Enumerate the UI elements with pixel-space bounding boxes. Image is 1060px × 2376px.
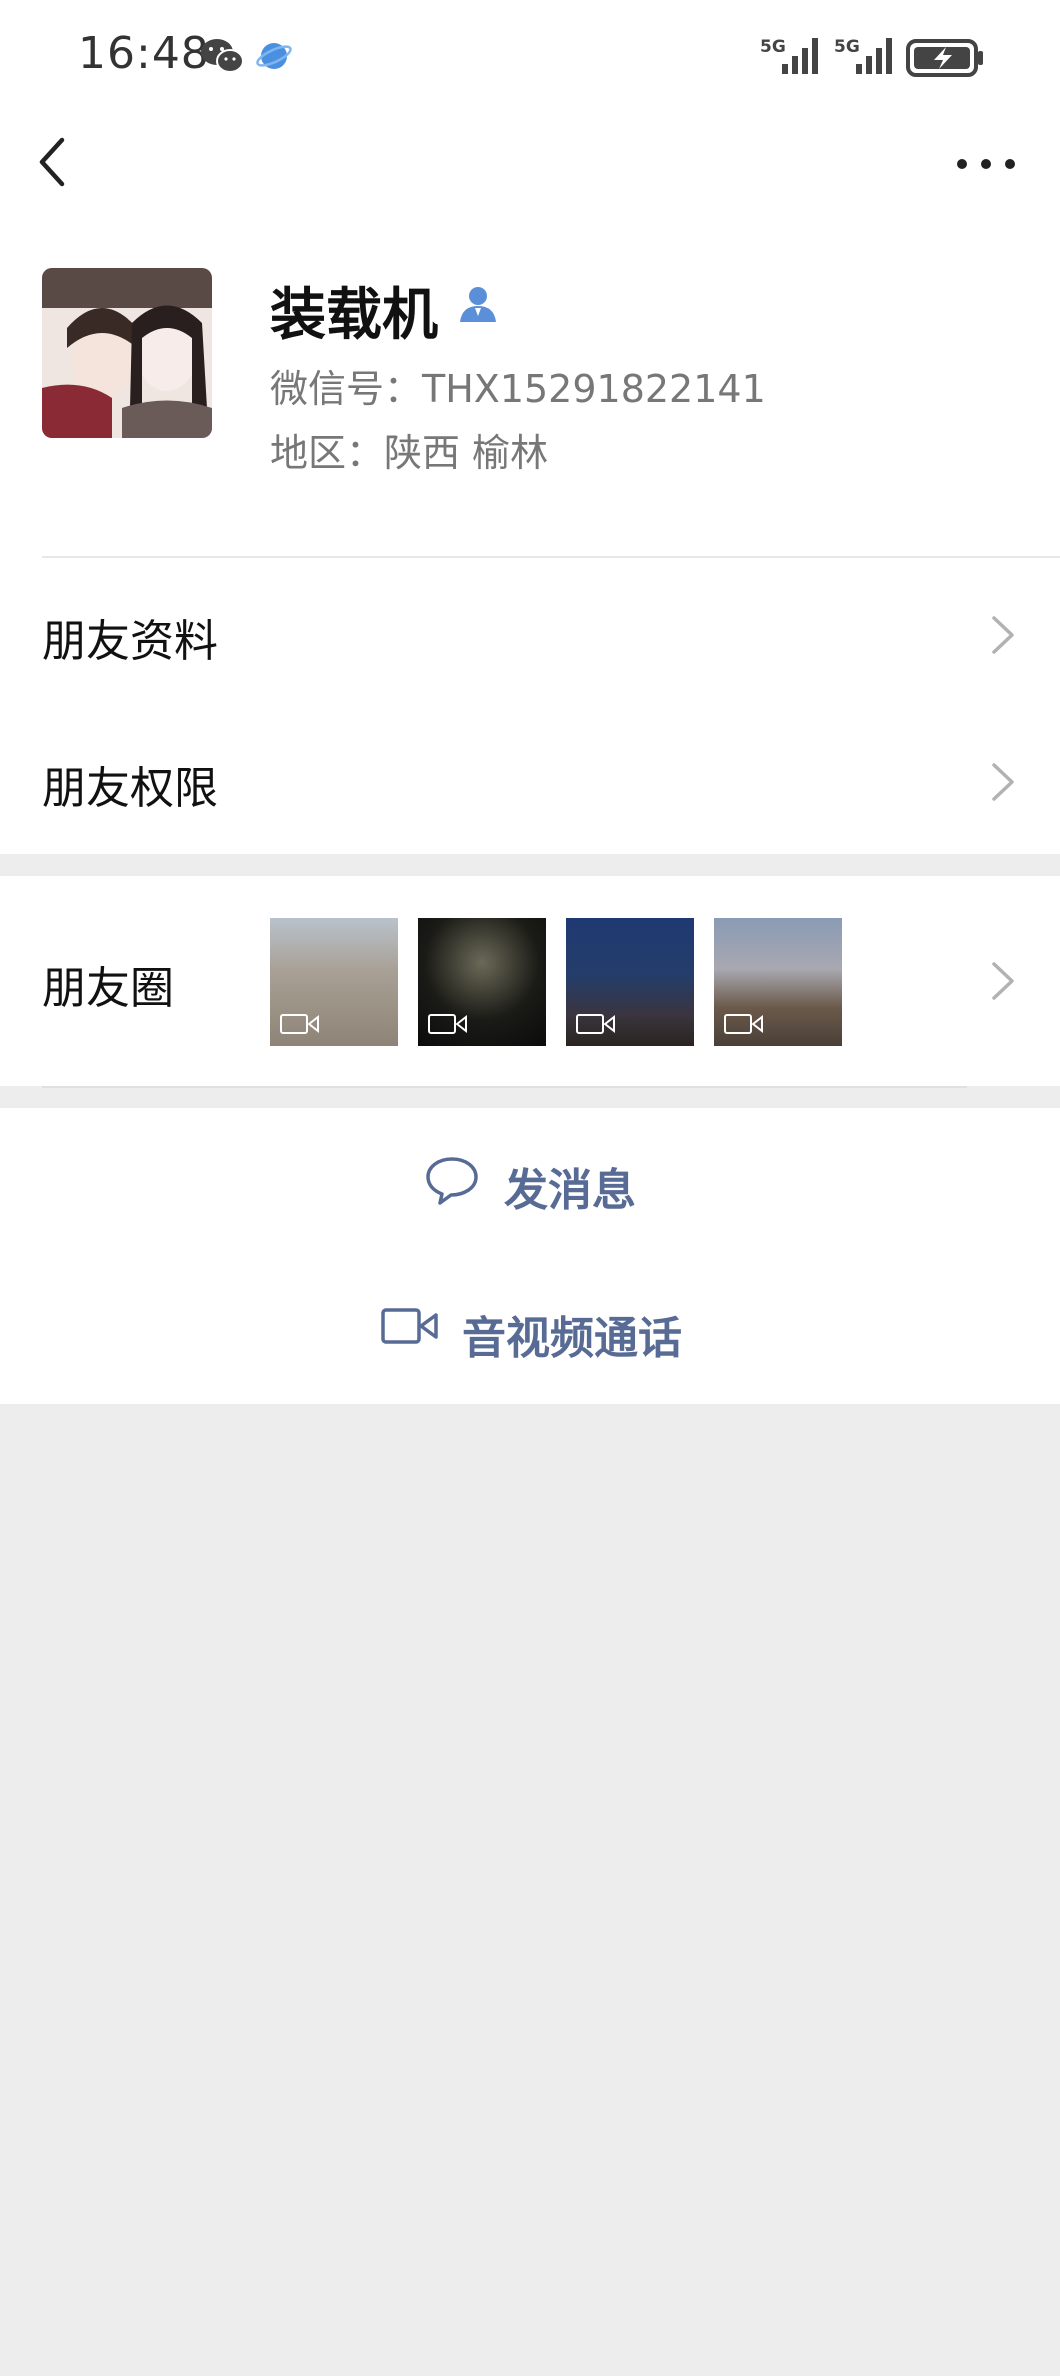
video-icon xyxy=(428,1014,467,1034)
chevron-right-icon xyxy=(992,763,1014,801)
moments-label: 朋友圈 xyxy=(42,963,174,1014)
av-call-label: 音视频通话 xyxy=(462,1313,682,1364)
battery-charging-icon xyxy=(906,39,983,77)
moment-thumbnail[interactable] xyxy=(714,918,842,1046)
divider xyxy=(42,556,1060,558)
svg-text:5G: 5G xyxy=(834,37,860,57)
moment-thumbnail[interactable] xyxy=(418,918,546,1046)
chevron-left-icon[interactable] xyxy=(28,132,78,192)
menu-item-friend-info[interactable]: 朋友资料 xyxy=(0,560,1060,707)
signal-5g-icon: 5G xyxy=(834,37,892,74)
wechat-icon xyxy=(201,39,244,73)
contact-name: 装载机 xyxy=(270,283,438,348)
signal-5g-icon: 5G xyxy=(760,37,818,74)
video-icon xyxy=(280,1014,319,1034)
send-message-button[interactable]: 发消息 xyxy=(0,1108,1060,1256)
video-call-icon xyxy=(381,1308,438,1344)
svg-text:5G: 5G xyxy=(760,37,786,57)
chat-bubble-icon xyxy=(426,1157,478,1205)
wechat-id: 微信号：THX15291822141 xyxy=(270,367,766,411)
contact-profile-page: 16:48 5G 5G 装载机 微信号：THX15291822141 地区：陕西… xyxy=(0,0,1060,2376)
moments-row[interactable]: 朋友圈 xyxy=(0,876,1060,1088)
avatar[interactable] xyxy=(42,268,212,438)
moment-thumbnail[interactable] xyxy=(566,918,694,1046)
contact-actions: 发消息 音视频通话 xyxy=(0,1108,1060,1404)
video-icon xyxy=(576,1014,615,1034)
av-call-button[interactable]: 音视频通话 xyxy=(0,1256,1060,1404)
menu-item-label: 朋友资料 xyxy=(42,616,218,667)
profile-header: 装载机 微信号：THX15291822141 地区：陕西 榆林 xyxy=(0,220,1060,560)
chevron-right-icon xyxy=(992,962,1014,1000)
status-time: 16:48 xyxy=(78,28,210,79)
chevron-right-icon xyxy=(992,616,1014,654)
moment-thumbnail[interactable] xyxy=(270,918,398,1046)
profile-menu: 朋友资料 朋友权限 xyxy=(0,560,1060,854)
more-dots-icon[interactable] xyxy=(950,146,1022,182)
video-icon xyxy=(724,1014,763,1034)
menu-item-label: 朋友权限 xyxy=(42,763,218,814)
person-icon xyxy=(460,287,496,322)
divider xyxy=(42,1086,967,1088)
nav-bar xyxy=(0,110,1060,220)
region: 地区：陕西 榆林 xyxy=(270,431,549,475)
status-bar: 16:48 5G 5G xyxy=(0,0,1060,110)
send-message-label: 发消息 xyxy=(504,1165,636,1216)
browser-icon xyxy=(256,43,292,69)
menu-item-friend-permissions[interactable]: 朋友权限 xyxy=(0,707,1060,854)
